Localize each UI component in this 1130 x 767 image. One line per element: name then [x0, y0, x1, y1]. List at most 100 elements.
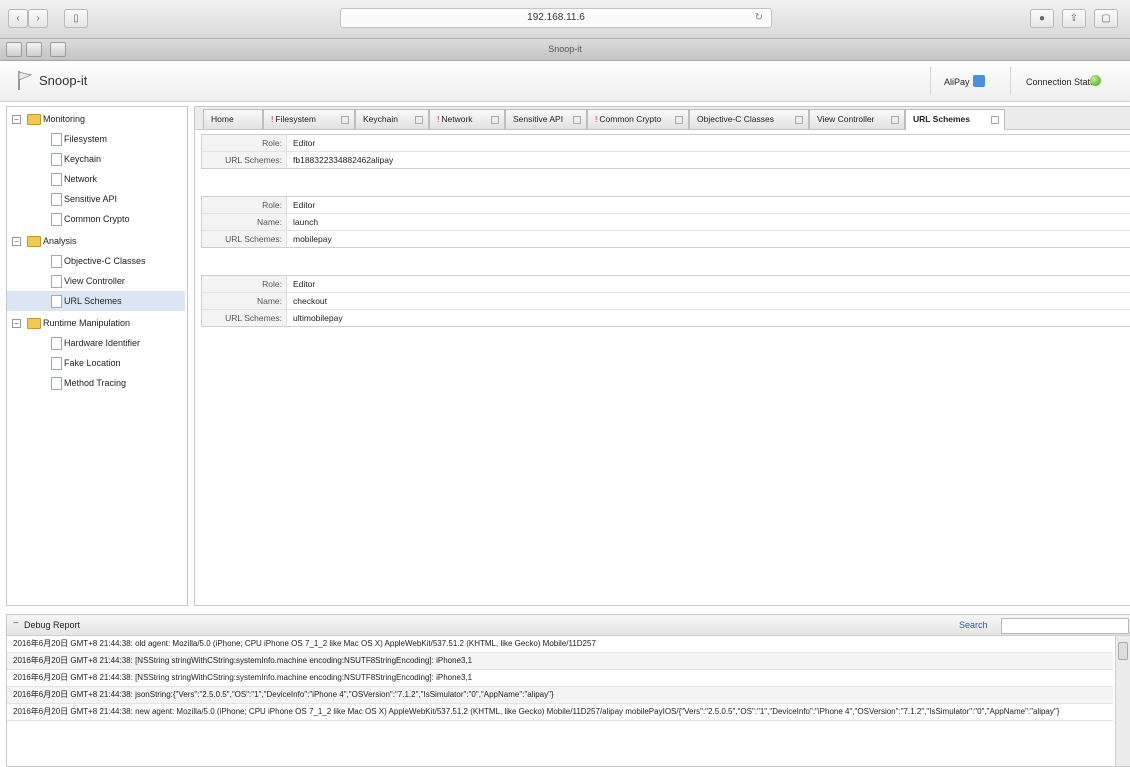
tree-section-analysis[interactable]: − Analysis — [7, 231, 185, 251]
sidebar-item-view-controller[interactable]: View Controller — [7, 271, 185, 291]
address-bar[interactable]: 192.168.11.6 ↻ — [340, 8, 772, 28]
field-label: Name: — [202, 293, 287, 309]
connection-status-icon — [1090, 75, 1101, 86]
sidebar-item-objective-c-classes[interactable]: Objective-C Classes — [7, 251, 185, 271]
sidebar-item-method-tracing[interactable]: Method Tracing — [7, 373, 185, 393]
tab-sensitive-api[interactable]: Sensitive API — [505, 109, 587, 129]
tree-section-monitoring[interactable]: − Monitoring — [7, 109, 185, 129]
app-header: Snoop-it AliPay Connection Status — [0, 61, 1130, 102]
scrollbar-thumb[interactable] — [1118, 642, 1128, 660]
sidebar-item-url-schemes[interactable]: URL Schemes — [7, 291, 185, 311]
window-tab-title[interactable]: Snoop-it — [0, 39, 1130, 60]
page-icon — [51, 153, 62, 166]
page-icon — [51, 193, 62, 206]
search-label: Search — [959, 620, 988, 630]
tab-filesystem[interactable]: ! Filesystem — [263, 109, 355, 129]
name-value: launch — [293, 217, 319, 227]
sidebar-item-hardware-identifier[interactable]: Hardware Identifier — [7, 333, 185, 353]
log-line: 2016年6月20日 GMT+8 21:44:38: [NSString str… — [7, 653, 1113, 670]
role-value: Editor — [293, 279, 316, 289]
field-label: Role: — [202, 135, 287, 151]
download-button[interactable]: ● — [1030, 9, 1054, 28]
tab-strip: Home ! Filesystem Keychain ! Network Sensi… — [195, 107, 1130, 130]
folder-icon — [27, 318, 41, 329]
role-row: Role: Editor — [202, 197, 1130, 214]
close-tab-icon[interactable] — [491, 116, 499, 124]
field-label: Role: — [202, 197, 287, 213]
close-tab-icon[interactable] — [675, 116, 683, 124]
sidebar-item-keychain[interactable]: Keychain — [7, 149, 185, 169]
sidebar-item-network[interactable]: Network — [7, 169, 185, 189]
url-schemes-value: ultimobilepay — [293, 313, 343, 323]
page-icon — [51, 213, 62, 226]
close-tab-icon[interactable] — [573, 116, 581, 124]
tab-objective-c-classes[interactable]: Objective-C Classes — [689, 109, 809, 129]
page-icon — [51, 133, 62, 146]
field-label: Role: — [202, 276, 287, 292]
tree-section-runtime-manipulation[interactable]: − Runtime Manipulation — [7, 313, 185, 333]
close-tab-icon[interactable] — [891, 116, 899, 124]
field-label: Name: — [202, 214, 287, 230]
share-button[interactable]: ⇪ — [1062, 9, 1086, 28]
sidebar-toggle-button[interactable]: ▯ — [64, 9, 88, 28]
collapse-icon[interactable]: − — [12, 319, 21, 328]
sidebar-item-sensitive-api[interactable]: Sensitive API — [7, 189, 185, 209]
field-label: URL Schemes: — [202, 310, 287, 326]
role-value: Editor — [293, 138, 316, 148]
url-schemes-row: URL Schemes: mobilepay — [202, 231, 1130, 247]
alert-flag: ! — [271, 114, 274, 124]
name-row: Name: launch — [202, 214, 1130, 231]
tab-home[interactable]: Home — [203, 109, 263, 129]
tab-keychain[interactable]: Keychain — [355, 109, 429, 129]
collapse-icon[interactable]: − — [13, 619, 21, 629]
collapse-icon[interactable]: − — [12, 115, 21, 124]
debug-report-title: Debug Report — [24, 620, 81, 630]
tab-url-schemes[interactable]: URL Schemes — [905, 109, 1005, 130]
debug-report-panel: − Debug Report Search 2016年6月20日 GMT+8 2… — [6, 614, 1130, 767]
tab-network[interactable]: ! Network — [429, 109, 505, 129]
navigation-tree: − Monitoring Filesystem Keychain Network… — [6, 106, 188, 606]
app-info-icon[interactable] — [973, 75, 985, 87]
debug-log-scrollbar[interactable] — [1115, 636, 1130, 766]
header-divider — [930, 67, 931, 95]
page-icon — [51, 357, 62, 370]
tabs-overview-button[interactable]: ▢ — [1094, 9, 1118, 28]
close-tab-icon[interactable] — [795, 116, 803, 124]
close-tab-icon[interactable] — [991, 116, 999, 124]
debug-log: 2016年6月20日 GMT+8 21:44:38: old agent: Mo… — [7, 636, 1113, 766]
page-icon — [51, 173, 62, 186]
close-tab-icon[interactable] — [341, 116, 349, 124]
close-tab-icon[interactable] — [415, 116, 423, 124]
tab-common-crypto[interactable]: ! Common Crypto — [587, 109, 689, 129]
snoop-it-logo-icon — [18, 71, 33, 90]
folder-icon — [27, 236, 41, 247]
name-row: Name: checkout — [202, 293, 1130, 310]
back-button[interactable]: ‹ — [8, 9, 28, 28]
alert-flag: ! — [595, 114, 598, 124]
url-schemes-row: URL Schemes: ultimobilepay — [202, 310, 1130, 326]
collapse-icon[interactable]: − — [12, 237, 21, 246]
log-line: 2016年6月20日 GMT+8 21:44:38: new agent: Mo… — [7, 704, 1113, 721]
page-icon — [51, 377, 62, 390]
sidebar-item-filesystem[interactable]: Filesystem — [7, 129, 185, 149]
url-schemes-value: fb188322334882462alipay — [293, 155, 394, 165]
header-divider — [1010, 67, 1011, 95]
alert-flag: ! — [437, 114, 440, 124]
app-name-label: AliPay — [944, 77, 970, 87]
role-row: Role: Editor — [202, 276, 1130, 293]
forward-button[interactable]: › — [28, 9, 48, 28]
reload-icon[interactable]: ↻ — [755, 9, 763, 27]
field-label: URL Schemes: — [202, 152, 287, 168]
main-content-panel: Home ! Filesystem Keychain ! Network Sensi… — [194, 106, 1130, 606]
log-line: 2016年6月20日 GMT+8 21:44:38: [NSString str… — [7, 670, 1113, 687]
page-icon — [51, 275, 62, 288]
url-schemes-value: mobilepay — [293, 234, 332, 244]
sidebar-item-common-crypto[interactable]: Common Crypto — [7, 209, 185, 229]
name-value: checkout — [293, 296, 328, 306]
sidebar-item-fake-location[interactable]: Fake Location — [7, 353, 185, 373]
page-icon — [51, 255, 62, 268]
log-line: 2016年6月20日 GMT+8 21:44:38: jsonString:{"… — [7, 687, 1113, 704]
search-input[interactable] — [1001, 618, 1129, 634]
tab-view-controller[interactable]: View Controller — [809, 109, 905, 129]
browser-tab-bar: Snoop-it — [0, 39, 1130, 61]
